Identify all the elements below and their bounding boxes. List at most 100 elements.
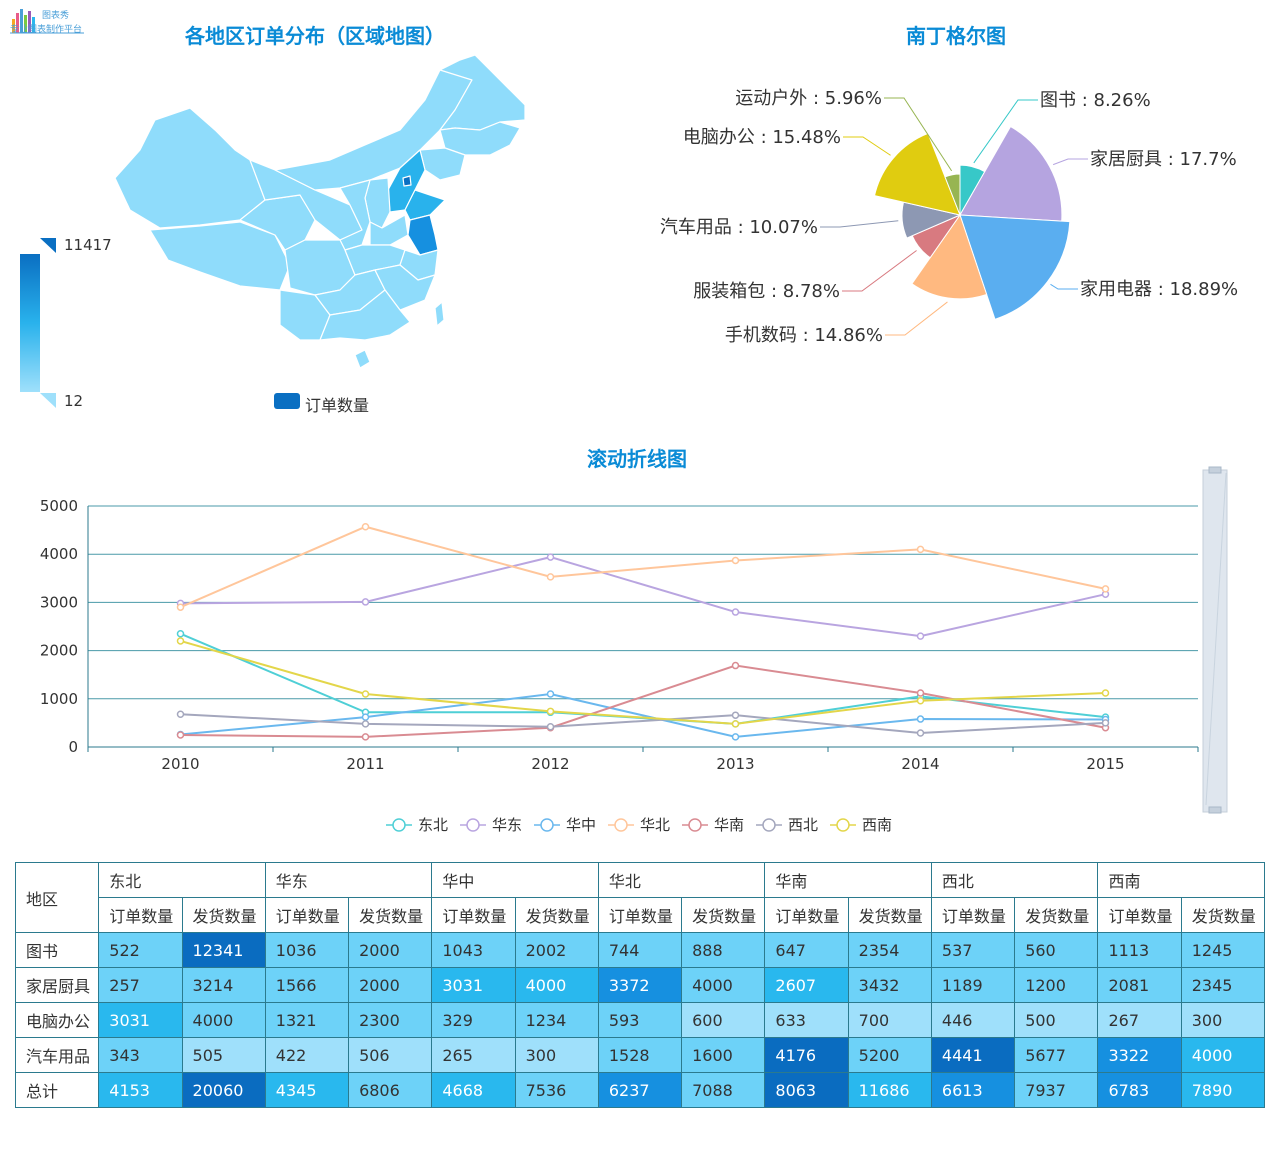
table-cell: 3031 <box>431 967 516 1003</box>
data-point[interactable] <box>361 522 370 531</box>
pie-label-7: 运动户外 : 5.96% <box>735 88 882 109</box>
data-point[interactable] <box>731 733 740 741</box>
table-cell: 6806 <box>348 1072 433 1108</box>
region-header: 西北 <box>930 862 1099 898</box>
table-row: 家居厨具 257 3214 1566 2000 3031 4000 3372 4000 2607 3… <box>15 967 1265 1003</box>
data-point[interactable] <box>176 731 185 739</box>
legend-item-5[interactable]: 西北 <box>756 816 818 834</box>
pie-label-line-6 <box>843 136 891 156</box>
table-cell: 343 <box>98 1037 183 1073</box>
data-point[interactable] <box>176 710 185 718</box>
series-line-3[interactable] <box>180 525 1106 609</box>
map-region-xinjiang <box>114 107 266 229</box>
table-cell: 4000 <box>181 1002 266 1038</box>
data-point[interactable] <box>361 720 370 728</box>
table-cell: 7937 <box>1014 1072 1099 1108</box>
map-legend-label: 订单数量 <box>305 396 370 415</box>
table-cell: 1321 <box>264 1002 350 1038</box>
datazoom-bottom-handle-icon[interactable] <box>1208 806 1222 814</box>
data-point[interactable] <box>1101 719 1110 727</box>
table-cell: 2002 <box>514 932 599 968</box>
pie-slice-6[interactable] <box>873 132 961 216</box>
pie-label-5: 汽车用品 : 10.07% <box>660 217 818 238</box>
data-point[interactable] <box>731 711 740 719</box>
table-cell: 647 <box>764 932 849 968</box>
legend-item-0[interactable]: 东北 <box>386 816 448 834</box>
legend-max-handle-icon <box>40 238 56 253</box>
data-point[interactable] <box>546 707 555 716</box>
data-point[interactable] <box>546 723 555 731</box>
data-point[interactable] <box>176 603 185 611</box>
table-cell: 20060 <box>181 1072 266 1108</box>
sub-header: 订单数量 <box>597 897 683 933</box>
data-point[interactable] <box>731 661 740 670</box>
legend-item-3[interactable]: 华北 <box>608 816 670 834</box>
data-point[interactable] <box>361 598 370 606</box>
data-point[interactable] <box>361 713 370 721</box>
data-point[interactable] <box>916 632 925 640</box>
scroll-line-chart: 0 1000 2000 3000 4000 5000 2010 2011 2012 2013 201… <box>40 466 1228 834</box>
legend-item-1[interactable]: 华东 <box>460 816 522 834</box>
data-point[interactable] <box>731 608 740 616</box>
data-point[interactable] <box>546 553 555 561</box>
data-point[interactable] <box>731 720 740 728</box>
datazoom-top-handle-icon[interactable] <box>1208 466 1222 474</box>
legend-label: 东北 <box>418 816 448 834</box>
data-point[interactable] <box>916 729 925 737</box>
data-point[interactable] <box>916 696 925 705</box>
table-cell: 8063 <box>764 1072 849 1108</box>
legend-item-4[interactable]: 华南 <box>682 816 744 834</box>
data-point[interactable] <box>1101 689 1110 697</box>
series-line-4[interactable] <box>180 664 1106 738</box>
map-legend-swatch[interactable] <box>274 393 300 409</box>
data-point[interactable] <box>916 715 925 723</box>
table-cell: 700 <box>847 1002 932 1038</box>
data-point[interactable] <box>916 545 925 554</box>
series-line-6[interactable] <box>180 639 1106 725</box>
map-title: 各地区订单分布（区域地图） <box>185 24 445 48</box>
legend-item-6[interactable]: 西南 <box>830 816 892 834</box>
map-region-taiwan <box>434 301 445 327</box>
table-cell: 1234 <box>514 1002 599 1038</box>
legend-item-2[interactable]: 华中 <box>534 816 596 834</box>
x-tick-label: 2010 <box>161 755 199 773</box>
row-header: 图书 <box>15 932 100 968</box>
table-cell: 2081 <box>1097 967 1182 1003</box>
map-visual-legend[interactable] <box>20 236 60 412</box>
table-cell: 6613 <box>930 1072 1016 1108</box>
data-point[interactable] <box>361 690 370 698</box>
legend-circle-icon <box>836 818 850 832</box>
row-header: 总计 <box>15 1072 100 1108</box>
sub-header: 发货数量 <box>681 897 766 933</box>
data-point[interactable] <box>731 556 740 565</box>
data-point[interactable] <box>176 637 185 645</box>
data-point[interactable] <box>361 733 370 741</box>
legend-circle-icon <box>762 818 776 832</box>
table-cell: 3432 <box>847 967 932 1003</box>
x-tick-label: 2012 <box>531 755 569 773</box>
pie-label-4: 服装箱包 : 8.78% <box>693 281 840 302</box>
data-point[interactable] <box>546 690 555 698</box>
data-point[interactable] <box>1101 585 1110 593</box>
data-point[interactable] <box>546 573 555 581</box>
x-tick-label: 2013 <box>716 755 754 773</box>
pie-label-3: 手机数码 : 14.86% <box>725 325 883 346</box>
table-cell: 3322 <box>1097 1037 1182 1073</box>
table-cell: 1528 <box>597 1037 683 1073</box>
x-tick-label: 2014 <box>901 755 939 773</box>
table-cell: 257 <box>98 967 183 1003</box>
table-cell: 1043 <box>431 932 516 968</box>
table-cell: 522 <box>98 932 183 968</box>
region-header: 华东 <box>264 862 433 898</box>
pie-title: 南丁格尔图 <box>906 24 1006 48</box>
table-cell: 2000 <box>348 932 433 968</box>
pie-label-1: 家居厨具 : 17.7% <box>1090 149 1237 170</box>
legend-max-label: 11417 <box>64 236 112 254</box>
series-line-0[interactable] <box>180 632 1106 725</box>
sub-header: 发货数量 <box>181 897 266 933</box>
sub-header: 发货数量 <box>847 897 932 933</box>
region-header: 华北 <box>597 862 766 898</box>
data-point[interactable] <box>916 689 925 697</box>
legend-label: 西南 <box>862 816 892 834</box>
data-point[interactable] <box>176 629 185 638</box>
